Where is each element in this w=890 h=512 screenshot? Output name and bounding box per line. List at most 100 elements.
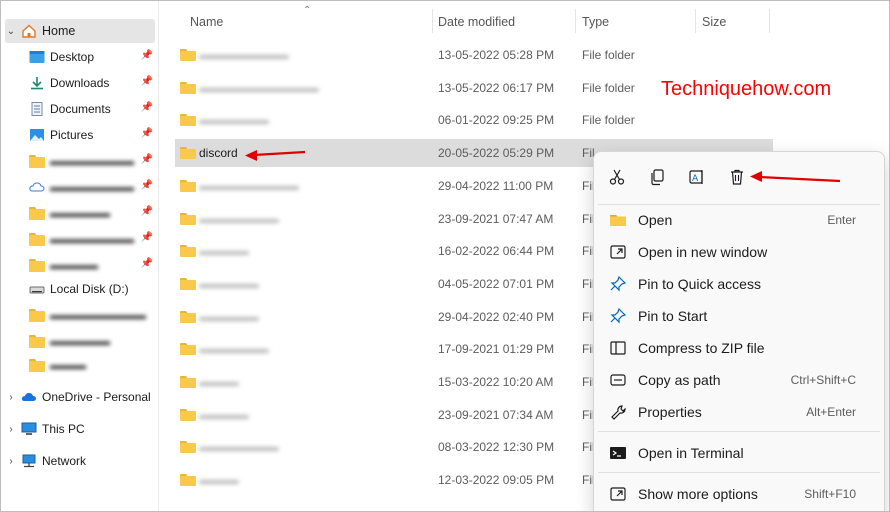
menu-item-label: Open in new window (638, 244, 768, 260)
column-header-label: Name (190, 15, 224, 29)
pin-icon: 📌 (140, 206, 153, 217)
row-name (199, 185, 299, 190)
folder-icon (29, 334, 45, 348)
column-divider[interactable] (695, 9, 696, 33)
menu-item-copy-as-path[interactable]: Copy as path Ctrl+Shift+C (598, 365, 880, 395)
rename-button[interactable]: A (683, 164, 711, 192)
home-icon (21, 24, 37, 38)
table-row[interactable]: 13-05-2022 05:28 PM File folder (175, 41, 773, 69)
folder-icon (29, 154, 45, 168)
sidebar-item-folder[interactable]: ▬▬▬▬▬ 📌 (29, 201, 155, 225)
row-date-modified: 23-09-2021 07:34 AM (438, 407, 554, 422)
sidebar-item-label: ▬▬▬▬▬▬▬▬ (50, 308, 146, 322)
menu-item-open-new-window[interactable]: Open in new window (598, 237, 880, 267)
menu-item-pin-quick-access[interactable]: Pin to Quick access (598, 269, 880, 299)
sidebar-item-documents[interactable]: Documents 📌 (29, 97, 155, 121)
menu-divider (598, 431, 880, 432)
folder-icon (180, 343, 196, 356)
context-menu-quick-actions: A (594, 152, 884, 202)
sidebar-item-label: Desktop (50, 50, 95, 64)
chevron-down-icon[interactable]: ⌄ (5, 25, 17, 37)
sidebar-item-folder[interactable]: ▬▬▬▬▬▬▬ 📌 (29, 149, 155, 173)
menu-item-label: Copy as path (638, 372, 721, 388)
row-date-modified: 23-09-2021 07:47 AM (438, 211, 554, 226)
sidebar-item-folder[interactable]: ▬▬▬ (29, 353, 155, 377)
column-header-type[interactable]: Type (582, 9, 609, 35)
menu-item-compress-zip[interactable]: Compress to ZIP file (598, 333, 880, 363)
context-menu: A Open Enter Open in new window Pin to Q… (593, 151, 885, 511)
sidebar-item-onedrive[interactable]: › OneDrive - Personal (5, 385, 155, 409)
delete-button[interactable] (723, 164, 751, 192)
sidebar-item-folder[interactable]: ▬▬▬▬ 📌 (29, 253, 155, 277)
menu-item-show-more-options[interactable]: Show more options Shift+F10 (598, 479, 880, 509)
column-header-label: Type (582, 15, 610, 29)
chevron-right-icon[interactable]: › (5, 391, 17, 403)
folder-icon (180, 81, 196, 94)
cut-button[interactable] (603, 164, 631, 192)
chevron-right-icon[interactable]: › (5, 423, 17, 435)
folder-icon (180, 277, 196, 290)
pin-icon: 📌 (140, 154, 153, 165)
column-divider[interactable] (575, 9, 576, 33)
menu-item-pin-start[interactable]: Pin to Start (598, 301, 880, 331)
sidebar-item-network[interactable]: › Network (5, 449, 155, 473)
row-name (199, 316, 259, 321)
menu-item-properties[interactable]: Properties Alt+Enter (598, 397, 880, 427)
pin-icon: 📌 (140, 50, 153, 61)
delete-icon (728, 168, 746, 189)
document-icon (29, 102, 45, 116)
folder-icon (29, 232, 45, 246)
sidebar-item-label: ▬▬▬▬▬▬▬ (50, 232, 134, 246)
sidebar-item-folder[interactable]: ▬▬▬▬▬ (29, 329, 155, 353)
row-date-modified: 06-01-2022 09:25 PM (438, 113, 555, 128)
column-header-name[interactable]: Name (190, 9, 223, 35)
row-date-modified: 12-03-2022 09:05 PM (438, 473, 555, 488)
menu-item-label: Open (638, 212, 673, 228)
sidebar-item-label: Downloads (50, 76, 110, 90)
file-explorer-window: ⌄ Home Desktop 📌 Downloads 📌 Documents 📌… (0, 0, 890, 512)
copy-icon (648, 168, 666, 189)
sidebar-item-pictures[interactable]: Pictures 📌 (29, 123, 155, 147)
folder-icon (180, 441, 196, 454)
sidebar-item-folder[interactable]: ▬▬▬▬▬▬▬ 📌 (29, 227, 155, 251)
row-date-modified: 29-04-2022 11:00 PM (438, 178, 554, 193)
sidebar-item-label: ▬▬▬▬▬▬▬ (50, 180, 134, 194)
column-divider[interactable] (432, 9, 433, 33)
sidebar-item-local-disk[interactable]: Local Disk (D:) (29, 277, 155, 301)
pin-icon (608, 274, 628, 294)
menu-item-open-terminal[interactable]: Open in Terminal (598, 438, 880, 468)
sidebar-item-folder[interactable]: ▬▬▬▬▬▬▬▬ (29, 303, 155, 327)
sidebar-item-label: Home (42, 24, 76, 38)
folder-icon (29, 358, 45, 372)
sidebar-item-desktop[interactable]: Desktop 📌 (29, 45, 155, 69)
sidebar-item-label: Local Disk (D:) (50, 282, 129, 296)
sidebar-item-label: ▬▬▬▬▬ (50, 334, 110, 348)
menu-item-label: Pin to Quick access (638, 276, 761, 292)
column-header-date[interactable]: Date modified (438, 9, 515, 35)
more-options-icon (608, 484, 628, 504)
copy-path-icon (608, 370, 628, 390)
row-name (199, 251, 249, 256)
copy-button[interactable] (643, 164, 671, 192)
pin-icon: 📌 (140, 180, 153, 191)
folder-icon (180, 245, 196, 258)
row-date-modified: 04-05-2022 07:01 PM (438, 276, 555, 291)
sidebar-item-home[interactable]: ⌄ Home (5, 19, 155, 43)
chevron-right-icon[interactable]: › (5, 455, 17, 467)
sidebar-item-folder[interactable]: ▬▬▬▬▬▬▬ 📌 (29, 175, 155, 199)
table-row[interactable]: 06-01-2022 09:25 PM File folder (175, 106, 773, 134)
column-header-size[interactable]: Size (702, 9, 726, 35)
column-divider[interactable] (769, 9, 770, 33)
row-name (199, 414, 249, 419)
sidebar-item-this-pc[interactable]: › This PC (5, 417, 155, 441)
menu-item-open[interactable]: Open Enter (598, 205, 880, 235)
row-name (199, 349, 269, 354)
sidebar-item-downloads[interactable]: Downloads 📌 (29, 71, 155, 95)
menu-item-shortcut: Alt+Enter (806, 405, 856, 419)
download-icon (29, 76, 45, 90)
pin-icon: 📌 (140, 258, 153, 269)
row-name (199, 55, 289, 59)
row-name (199, 120, 269, 125)
zip-icon (608, 338, 628, 358)
folder-icon (29, 258, 45, 272)
